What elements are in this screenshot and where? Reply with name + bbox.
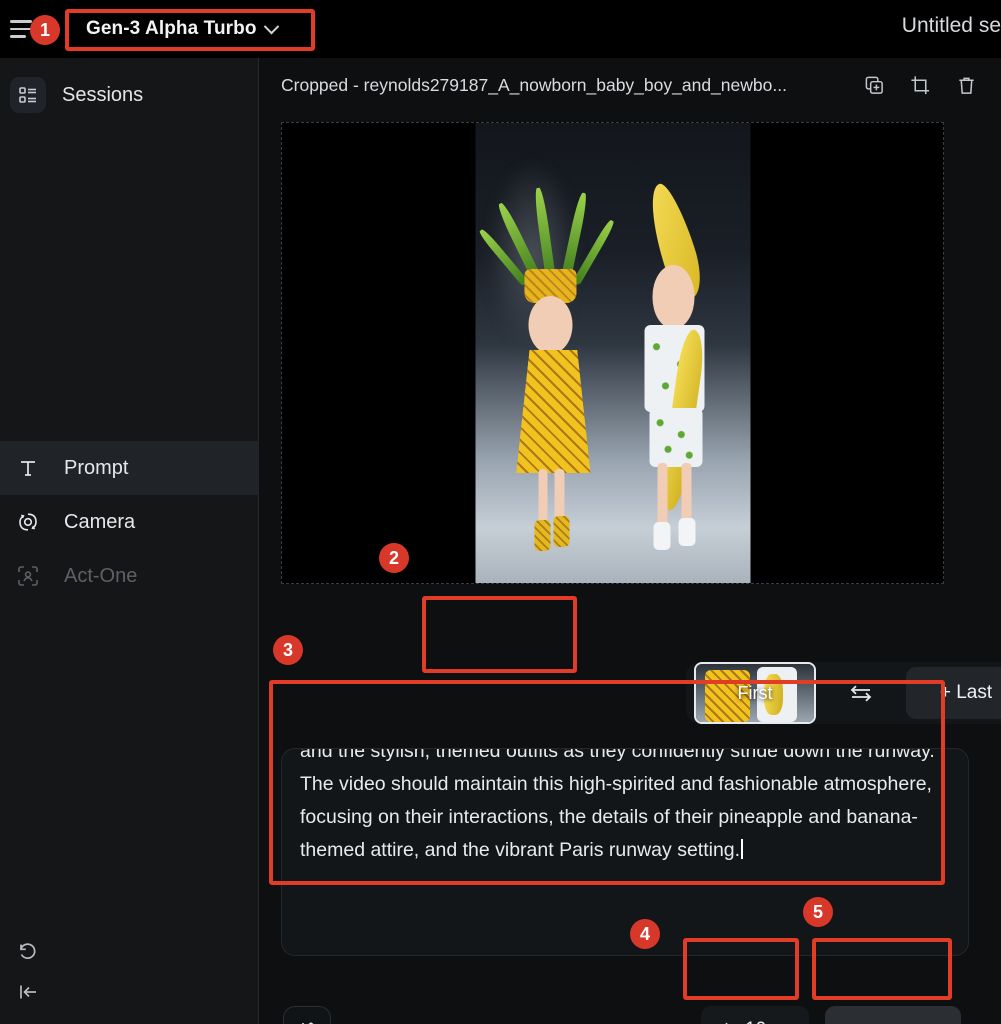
sidebar-item-sessions[interactable]: Sessions [10,72,258,118]
add-last-frame-label: + Last [939,682,993,703]
sidebar-item-label: Prompt [64,456,129,479]
swap-arrows-icon[interactable] [816,670,906,716]
model-name-label: Gen-3 Alpha Turbo [86,18,257,39]
sidebar-nav: Prompt Camera Act-One [0,441,259,603]
asset-header: Cropped - reynolds279187_A_nowborn_baby_… [259,58,1001,112]
bottom-toolbar: 10s Generate [259,978,1001,1024]
app-root: Gen-3 Alpha Turbo Untitled se Sessions P… [0,0,1001,1024]
hamburger-icon[interactable] [10,16,36,42]
first-frame-thumbnail[interactable]: First [694,662,816,724]
session-title[interactable]: Untitled se [841,14,1001,38]
image-canvas[interactable] [281,122,944,584]
top-bar: Gen-3 Alpha Turbo Untitled se [0,0,1001,58]
asset-title: Cropped - reynolds279187_A_nowborn_baby_… [281,74,787,95]
generated-image [475,123,750,583]
main-panel: Cropped - reynolds279187_A_nowborn_baby_… [259,58,1001,1024]
frame-selector: First + Last [686,662,1001,724]
duplicate-add-icon[interactable] [861,72,887,98]
model-selector[interactable]: Gen-3 Alpha Turbo [74,12,289,46]
sidebar-item-label: Camera [64,510,136,533]
generate-button[interactable]: Generate [825,1006,961,1024]
history-undo-icon[interactable] [10,932,46,972]
stopwatch-icon [717,1021,736,1024]
text-cursor [741,839,743,859]
list-grid-icon [10,77,46,113]
crop-icon[interactable] [907,72,933,98]
sidebar-item-camera[interactable]: Camera [0,495,259,549]
prompt-value: and the stylish, themed outfits as they … [300,748,940,861]
face-capture-icon [14,564,42,588]
text-t-icon [14,457,42,479]
sidebar-item-label: Sessions [62,83,144,106]
first-frame-label: First [737,682,773,703]
asset-actions [861,72,979,98]
prompt-textarea[interactable]: and the stylish, themed outfits as they … [281,748,969,956]
sidebar-item-prompt[interactable]: Prompt [0,441,259,495]
collapse-sidebar-icon[interactable] [10,972,46,1012]
duration-value: 10s [745,1019,776,1024]
left-sidebar: Sessions Prompt Camera Act-One [0,58,259,1024]
add-last-frame-button[interactable]: + Last [906,667,1001,719]
duration-selector[interactable]: 10s [701,1006,809,1024]
chevron-down-icon [263,18,279,34]
sidebar-bottom-actions [10,932,50,1012]
camera-orbit-icon [14,510,42,534]
sidebar-item-label: Act-One [64,564,138,587]
sliders-icon[interactable] [283,1006,331,1024]
sidebar-item-act-one: Act-One [0,549,259,603]
delete-icon[interactable] [953,72,979,98]
